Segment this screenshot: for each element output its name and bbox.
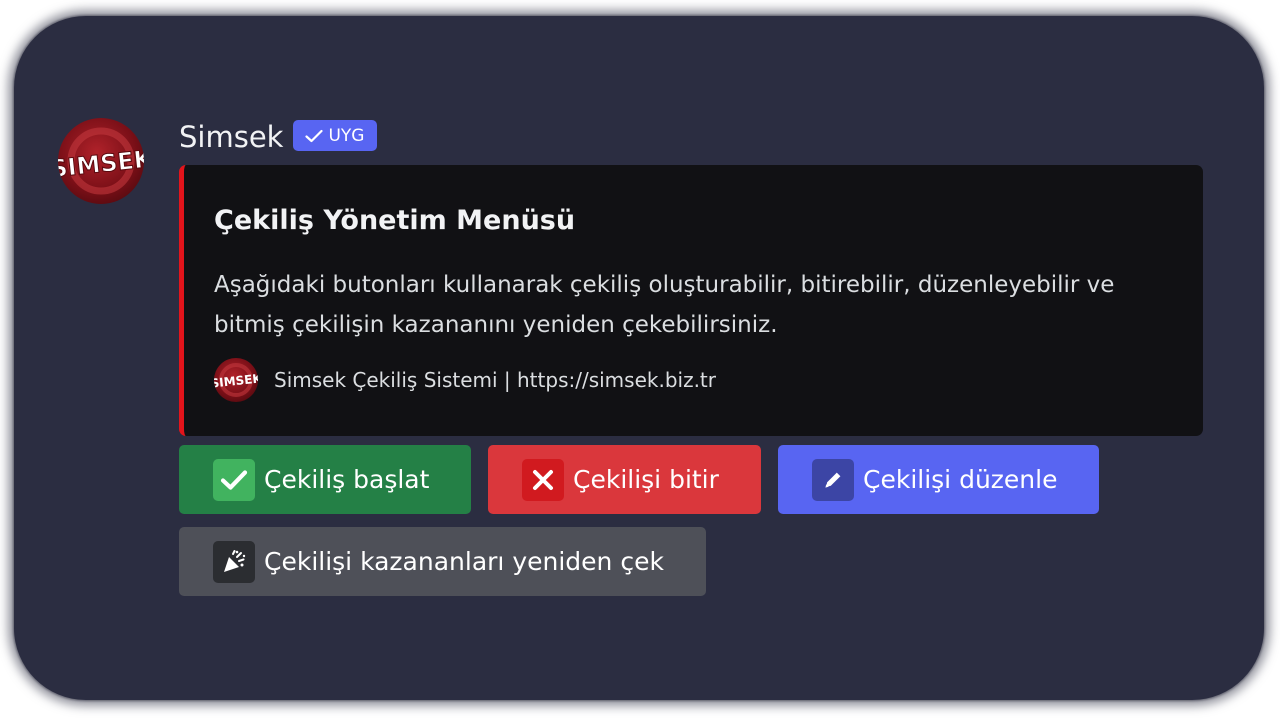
footer-avatar: SIMSEK — [214, 358, 258, 402]
end-giveaway-button[interactable]: Çekilişi bitir — [488, 445, 761, 514]
embed-description: Aşağıdaki butonları kullanarak çekiliş o… — [214, 272, 1115, 338]
author-avatar[interactable]: SIMSEK — [58, 118, 144, 204]
app-badge: UYG — [293, 120, 377, 151]
cross-icon — [522, 458, 564, 501]
start-giveaway-label: Çekiliş başlat — [264, 465, 430, 494]
simsek-logo-small: SIMSEK — [214, 363, 258, 397]
check-icon — [213, 458, 255, 501]
app-badge-label: UYG — [328, 125, 365, 146]
party-popper-icon — [213, 540, 255, 583]
edit-giveaway-button[interactable]: Çekilişi düzenle — [778, 445, 1099, 514]
check-icon — [305, 129, 324, 142]
embed: Çekiliş Yönetim Menüsü Aşağıdaki butonla… — [179, 165, 1203, 436]
embed-footer: SIMSEK Simsek Çekiliş Sistemi | https://… — [214, 357, 716, 403]
reroll-winners-button[interactable]: Çekilişi kazananları yeniden çek — [179, 527, 706, 596]
embed-footer-text: Simsek Çekiliş Sistemi | https://simsek.… — [274, 368, 716, 392]
end-giveaway-label: Çekilişi bitir — [573, 465, 719, 494]
simsek-logo: SIMSEK — [58, 127, 144, 195]
edit-giveaway-label: Çekilişi düzenle — [863, 465, 1058, 494]
start-giveaway-button[interactable]: Çekiliş başlat — [179, 445, 471, 514]
author-name[interactable]: Simsek — [179, 117, 283, 157]
embed-title: Çekiliş Yönetim Menüsü — [214, 205, 576, 236]
pencil-icon — [812, 458, 854, 501]
reroll-winners-label: Çekilişi kazananları yeniden çek — [264, 547, 664, 576]
